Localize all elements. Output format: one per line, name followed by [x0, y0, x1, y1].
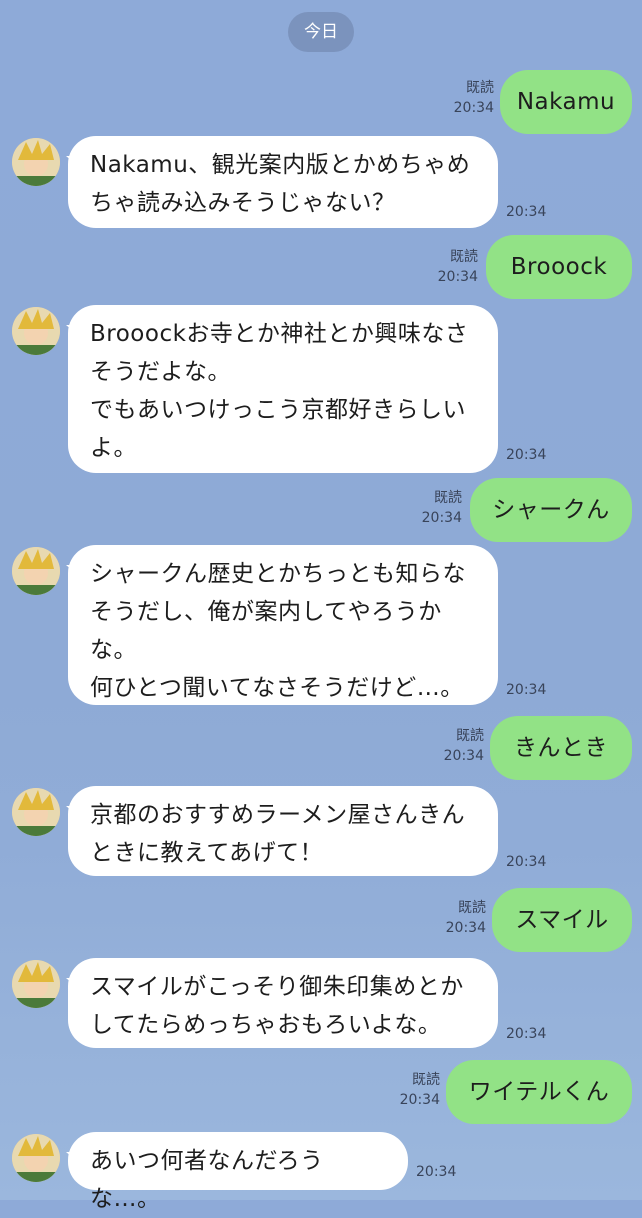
message-time: 20:34: [443, 748, 484, 764]
message-time: 20:34: [506, 447, 547, 463]
outgoing-message-bubble[interactable]: シャークん: [470, 478, 632, 542]
avatar-image: [12, 788, 60, 836]
message-meta: 既読 20:34: [414, 78, 494, 118]
avatar-image: [12, 960, 60, 1008]
avatar[interactable]: [12, 1134, 60, 1182]
avatar[interactable]: [12, 138, 60, 186]
read-receipt: 既読: [458, 900, 486, 916]
message-time: 20:34: [506, 204, 547, 220]
outgoing-message-bubble[interactable]: きんとき: [490, 716, 632, 780]
read-receipt: 既読: [434, 490, 462, 506]
avatar[interactable]: [12, 788, 60, 836]
outgoing-message-bubble[interactable]: スマイル: [492, 888, 632, 952]
message-time: 20:34: [437, 269, 478, 285]
message-meta: 既読 20:34: [360, 1070, 440, 1110]
read-receipt: 既読: [412, 1072, 440, 1088]
avatar-image: [12, 1134, 60, 1182]
date-separator: 今日: [288, 12, 354, 52]
avatar[interactable]: [12, 547, 60, 595]
message-time: 20:34: [399, 1092, 440, 1108]
incoming-message-bubble[interactable]: シャークん歴史とかちっとも知らな そうだし、俺が案内してやろうか な。 何ひとつ…: [68, 545, 498, 705]
avatar[interactable]: [12, 307, 60, 355]
message-time: 20:34: [421, 510, 462, 526]
avatar-image: [12, 307, 60, 355]
outgoing-message-bubble[interactable]: ワイテルくん: [446, 1060, 632, 1124]
outgoing-message-bubble[interactable]: Nakamu: [500, 70, 632, 134]
read-receipt: 既読: [450, 249, 478, 265]
avatar-image: [12, 547, 60, 595]
avatar-image: [12, 138, 60, 186]
message-time: 20:34: [506, 682, 547, 698]
message-time: 20:34: [506, 854, 547, 870]
read-receipt: 既読: [466, 80, 494, 96]
incoming-message-bubble[interactable]: あいつ何者なんだろうな…。: [68, 1132, 408, 1212]
message-meta: 既読 20:34: [382, 488, 462, 528]
incoming-message-bubble[interactable]: Nakamu、観光案内版とかめちゃめ ちゃ読み込みそうじゃない？: [68, 136, 498, 228]
message-time: 20:34: [445, 920, 486, 936]
message-meta: 既読 20:34: [406, 898, 486, 938]
message-time: 20:34: [453, 100, 494, 116]
message-meta: 既読 20:34: [398, 247, 478, 287]
incoming-message-bubble[interactable]: Brooockお寺とか神社とか興味なさ そうだよな。 でもあいつけっこう京都好き…: [68, 305, 498, 473]
message-meta: 既読 20:34: [404, 726, 484, 766]
message-time: 20:34: [506, 1026, 547, 1042]
avatar[interactable]: [12, 960, 60, 1008]
incoming-message-bubble[interactable]: 京都のおすすめラーメン屋さんきん ときに教えてあげて！: [68, 786, 498, 876]
message-time: 20:34: [416, 1164, 457, 1180]
incoming-message-bubble[interactable]: スマイルがこっそり御朱印集めとか してたらめっちゃおもろいよな。: [68, 958, 498, 1048]
outgoing-message-bubble[interactable]: Brooock: [486, 235, 632, 299]
read-receipt: 既読: [456, 728, 484, 744]
